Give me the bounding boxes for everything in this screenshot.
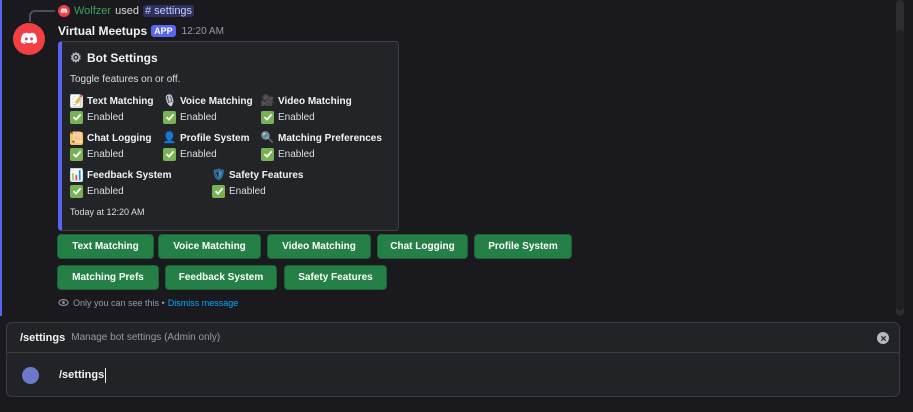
field-name: Chat Logging [87,132,152,144]
feedback-system-button[interactable]: Feedback System [165,265,277,290]
field-name: Safety Features [229,169,304,181]
user-avatar[interactable] [58,5,70,17]
field-name: Voice Matching [180,95,253,107]
safety-features-button[interactable]: Safety Features [284,265,387,290]
shield-icon: 🛡 [211,168,226,181]
close-icon[interactable] [877,332,889,344]
embed-field: 👤 Profile System Enabled [163,131,273,161]
field-value: Enabled [87,148,124,160]
field-name: Feedback System [87,169,172,181]
field-value: Enabled [87,111,124,123]
message-input-row[interactable]: /settings [7,354,899,397]
field-name: Text Matching [87,95,154,107]
scroll-icon: 📜 [69,131,84,145]
field-value: Enabled [278,148,315,160]
profile-system-button[interactable]: Profile System [474,234,572,259]
message-input[interactable]: /settings [59,368,107,383]
field-value: Enabled [229,185,266,197]
gear-icon: ⚙ [70,50,82,65]
field-value: Enabled [180,111,217,123]
reply-used-text: used [115,5,139,17]
voice-matching-button[interactable]: Voice Matching [158,234,261,259]
field-name: Profile System [180,132,250,144]
embed-title-text: Bot Settings [87,51,158,65]
message-timestamp[interactable]: 12:20 AM [182,26,224,37]
command-name: /settings [20,331,66,344]
check-mark-icon [70,184,83,198]
check-mark-icon [212,184,225,198]
ephemeral-notice: Only you can see this • Dismiss message [58,297,238,308]
embed-description: Toggle features on or off. [70,74,181,85]
command-composer: /settings Manage bot settings (Admin onl… [6,322,900,397]
app-avatar [22,367,39,384]
field-value: Enabled [180,148,217,160]
field-name: Matching Preferences [278,132,382,144]
person-icon: 👤 [162,131,177,144]
embed-field: 🎥 Video Matching Enabled [261,94,371,124]
video-camera-icon: 🎥 [260,94,275,107]
text-matching-button[interactable]: Text Matching [57,234,154,259]
chat-logging-button[interactable]: Chat Logging [377,234,468,259]
reply-command-name: settings [154,5,193,17]
app-badge: APP [151,25,176,37]
check-mark-icon [70,110,83,124]
embed-field: 🔍 Matching Preferences Enabled [261,131,401,161]
bot-avatar[interactable] [13,23,45,55]
dismiss-message-link[interactable]: Dismiss message [168,298,239,308]
check-mark-icon [163,110,176,124]
check-mark-icon [261,147,274,161]
embed-field: 🎙 Voice Matching Enabled [163,94,273,124]
settings-embed: ⚙ Bot Settings Toggle features on or off… [58,41,399,231]
command-reply-context[interactable]: Wolfzer used # settings [24,4,195,18]
eye-icon [58,299,69,306]
bot-name[interactable]: Virtual Meetups [58,24,147,38]
embed-field: 🛡 Safety Features Enabled [212,168,352,198]
discord-logo-icon [60,8,68,14]
scrollbar-thumb[interactable] [896,30,904,310]
reply-username[interactable]: Wolfzer [74,5,111,17]
microphone-icon: 🎙 [162,94,177,107]
command-header: /settings Manage bot settings (Admin onl… [7,323,899,353]
embed-footer: Today at 12:20 AM [70,207,145,217]
field-value: Enabled [87,185,124,197]
message-header: Virtual Meetups APP 12:20 AM [58,23,224,39]
matching-prefs-button[interactable]: Matching Prefs [57,265,159,290]
message-list: Wolfzer used # settings Virtual Meetups … [0,0,913,316]
reply-command-mention[interactable]: # settings [142,5,195,17]
highlight-bar [0,0,2,316]
command-description: Manage bot settings (Admin only) [71,332,221,343]
check-mark-icon [163,147,176,161]
field-value: Enabled [278,111,315,123]
discord-logo-icon [20,32,38,45]
magnifier-icon: 🔍 [260,131,275,144]
check-mark-icon [70,147,83,161]
video-matching-button[interactable]: Video Matching [267,234,371,259]
field-name: Video Matching [278,95,352,107]
bar-chart-icon: 📊 [69,168,84,182]
check-mark-icon [261,110,274,124]
embed-field: 📊 Feedback System Enabled [70,168,210,198]
ephemeral-text: Only you can see this • [73,297,165,308]
embed-title: ⚙ Bot Settings [70,50,158,66]
memo-icon: 📝 [69,94,84,108]
